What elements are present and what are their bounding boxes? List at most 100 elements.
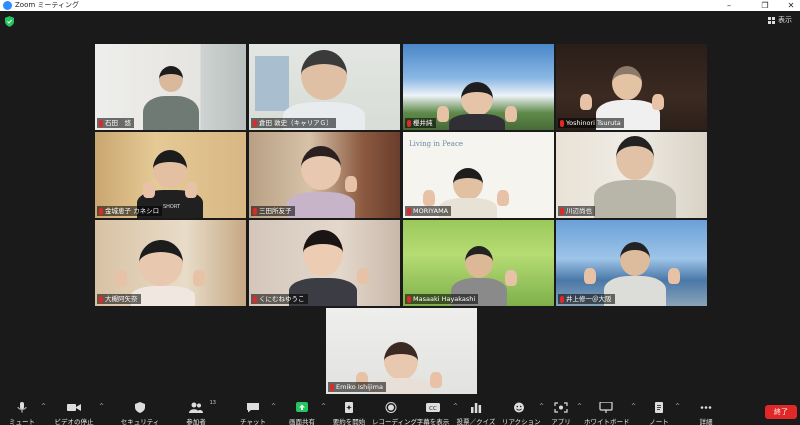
participants-button[interactable]: 13 参加者	[180, 397, 216, 425]
participant-name: 櫻井純	[413, 119, 433, 127]
muted-mic-icon	[407, 295, 411, 303]
start-summary-button[interactable]: 要約を開始	[332, 397, 366, 425]
grid-view-icon	[768, 16, 775, 24]
participant-name-tag: 金城恵子 カネシロ	[97, 206, 163, 216]
chevron-up-icon[interactable]: ^	[539, 403, 544, 410]
video-tile[interactable]: 川辺尚也	[556, 132, 707, 218]
video-tile[interactable]: 石田 悠	[95, 44, 246, 130]
meeting-toolbar: ^ ミュート ^ ビデオの停止 セキュリティ 13 参加者 ^ チャット ^ 画…	[0, 397, 800, 425]
chat-button[interactable]: ^ チャット	[238, 397, 276, 425]
minimize-button[interactable]: –	[716, 0, 742, 11]
muted-mic-icon	[99, 119, 103, 127]
captions-button[interactable]: CC ^ 字幕を表示	[416, 397, 458, 425]
participant-name: 井上修一＠大阪	[566, 295, 612, 303]
participant-name-tag: 倉田 敦史（キャリアＧ）	[251, 118, 336, 128]
muted-mic-icon	[99, 207, 103, 215]
whiteboard-icon	[599, 402, 613, 413]
participant-name-tag: MORIYAMA	[405, 206, 452, 216]
chevron-up-icon[interactable]: ^	[577, 403, 582, 410]
chevron-up-icon[interactable]: ^	[99, 403, 104, 410]
record-icon	[385, 402, 397, 413]
participant-name: 大槻阿矢奈	[105, 295, 138, 303]
video-tile[interactable]: くにむねゆうこ	[249, 220, 400, 306]
security-shield-icon[interactable]	[5, 16, 14, 27]
participant-name: Yoshinori Tsuruta	[566, 119, 621, 127]
muted-mic-icon	[330, 383, 334, 391]
participant-name: くにむねゆうこ	[259, 295, 305, 303]
mute-button[interactable]: ^ ミュート	[6, 397, 46, 425]
polls-bar-icon	[471, 403, 482, 413]
video-tile[interactable]: Yoshinori Tsuruta	[556, 44, 707, 130]
svg-text:CC: CC	[429, 406, 437, 412]
record-label: レコーディング	[372, 418, 418, 425]
video-tile[interactable]: 大槻阿矢奈	[95, 220, 246, 306]
participant-name-tag: 櫻井純	[405, 118, 436, 128]
reactions-label: リアクション	[502, 418, 541, 425]
share-label: 画面共有	[289, 418, 315, 425]
muted-mic-icon	[560, 119, 564, 127]
shield-icon	[135, 402, 145, 413]
apps-label: アプリ	[551, 418, 571, 425]
chevron-up-icon[interactable]: ^	[41, 403, 46, 410]
video-tile[interactable]: SHORT 金城恵子 カネシロ	[95, 132, 246, 218]
apps-icon	[554, 402, 568, 413]
more-dots-icon	[700, 406, 712, 409]
participants-count: 13	[209, 400, 216, 406]
video-tile[interactable]: 三田所友子	[249, 132, 400, 218]
captions-label: 字幕を表示	[416, 418, 450, 425]
security-button[interactable]: セキュリティ	[120, 397, 160, 425]
reactions-button[interactable]: ^ リアクション	[502, 397, 544, 425]
participant-name-tag: くにむねゆうこ	[251, 294, 308, 304]
participant-name-tag: 三田所友子	[251, 206, 295, 216]
notes-icon	[655, 402, 663, 413]
participant-name: 川辺尚也	[566, 207, 592, 215]
close-window-button[interactable]: ✕	[778, 0, 800, 11]
smiley-icon	[514, 402, 524, 413]
summary-label: 要約を開始	[332, 418, 366, 425]
more-label: 詳細	[699, 418, 713, 425]
record-button[interactable]: レコーディング	[372, 397, 418, 425]
chevron-up-icon[interactable]: ^	[631, 403, 636, 410]
chevron-up-icon[interactable]: ^	[271, 403, 276, 410]
shirt-text: SHORT	[163, 204, 181, 210]
view-button[interactable]: 表示	[768, 15, 792, 25]
muted-mic-icon	[253, 119, 257, 127]
chevron-up-icon[interactable]: ^	[321, 403, 326, 410]
chat-bubble-icon	[247, 403, 259, 413]
stop-video-button[interactable]: ^ ビデオの停止	[52, 397, 105, 425]
participant-name-tag: Yoshinori Tsuruta	[558, 118, 624, 128]
participant-name-tag: Emiko Ishijima	[328, 382, 386, 392]
video-camera-icon	[67, 404, 81, 411]
video-tile[interactable]: 井上修一＠大阪	[556, 220, 707, 306]
video-tile[interactable]: Living in Peace MORIYAMA	[403, 132, 554, 218]
video-tile[interactable]: Masaaki Hayakashi	[403, 220, 554, 306]
apps-button[interactable]: ^ アプリ	[548, 397, 582, 425]
video-tile-active-speaker[interactable]: 倉田 敦史（キャリアＧ）	[249, 44, 400, 130]
more-button[interactable]: 詳細	[694, 397, 718, 425]
muted-mic-icon	[407, 119, 411, 127]
notes-button[interactable]: ^ ノート	[646, 397, 680, 425]
video-tile[interactable]: 櫻井純	[403, 44, 554, 130]
participant-name: MORIYAMA	[413, 207, 449, 215]
end-meeting-button[interactable]: 終了	[765, 405, 797, 419]
window-titlebar: Zoom ミーティング – ❐ ✕	[0, 0, 800, 11]
window-title: Zoom ミーティング	[15, 1, 79, 9]
video-label: ビデオの停止	[54, 418, 94, 425]
maximize-button[interactable]: ❐	[752, 0, 778, 11]
notes-label: ノート	[649, 418, 669, 425]
chevron-up-icon[interactable]: ^	[675, 403, 680, 410]
participant-name: 金城恵子 カネシロ	[105, 207, 160, 215]
whiteboard-button[interactable]: ^ ホワイトボード	[584, 397, 636, 425]
polls-button[interactable]: 投票／クイズ	[456, 397, 496, 425]
participant-name-tag: 石田 悠	[97, 118, 134, 128]
view-label: 表示	[778, 16, 792, 24]
muted-mic-icon	[253, 295, 257, 303]
participant-name-tag: 井上修一＠大阪	[558, 294, 615, 304]
background-watermark: Living in Peace	[409, 140, 464, 148]
chat-label: チャット	[240, 418, 266, 425]
security-label: セキュリティ	[120, 418, 160, 425]
participants-icon	[189, 402, 203, 413]
share-screen-button[interactable]: ^ 画面共有	[286, 397, 326, 425]
video-tile[interactable]: Emiko Ishijima	[326, 308, 477, 394]
whiteboard-label: ホワイトボード	[584, 418, 630, 425]
